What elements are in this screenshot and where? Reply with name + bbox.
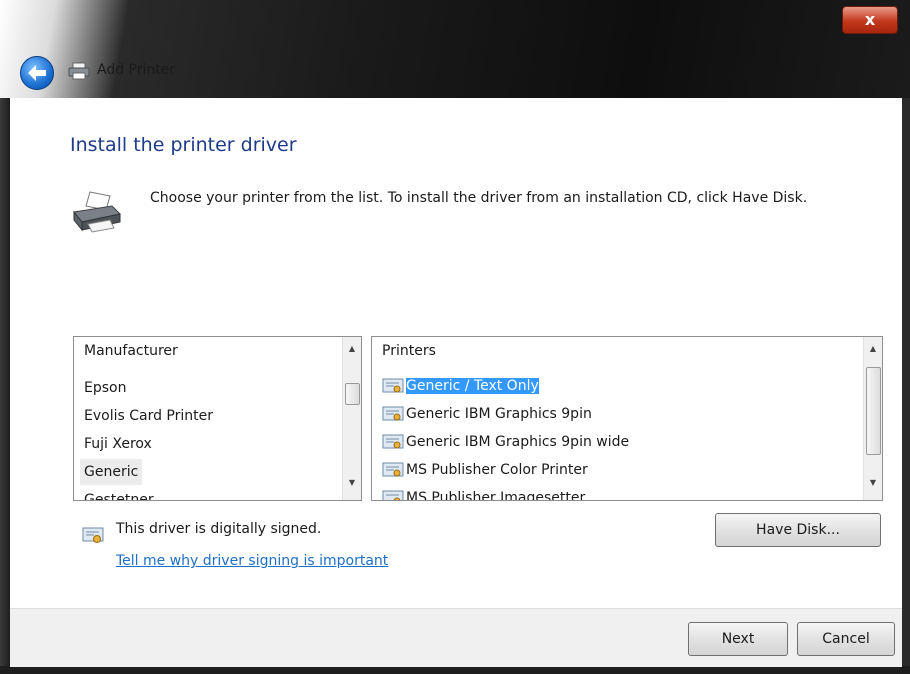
window-border-left: [0, 98, 10, 674]
manufacturer-list[interactable]: Manufacturer Epson Evolis Card Printer F…: [73, 336, 362, 501]
signed-status: This driver is digitally signed.: [116, 521, 322, 537]
instruction-text: Choose your printer from the list. To in…: [150, 190, 808, 206]
printer-name: Generic IBM Graphics 9pin: [406, 406, 592, 422]
printer-icon: [73, 191, 122, 233]
window-border-right: [902, 98, 910, 674]
list-item[interactable]: Fuji Xerox: [80, 431, 156, 457]
next-button[interactable]: Next: [688, 622, 788, 656]
list-item[interactable]: Epson: [80, 375, 130, 401]
certificate-icon: [82, 527, 104, 543]
printer-name: MS Publisher Color Printer: [406, 462, 588, 478]
certificate-icon: [382, 378, 404, 393]
list-item[interactable]: Gestetner: [80, 487, 158, 500]
printer-name: MS Publisher Imagesetter: [406, 490, 586, 501]
printers-list[interactable]: Printers Generic / Text Only Generic IBM…: [371, 336, 883, 501]
list-item-selected[interactable]: Generic / Text Only: [378, 373, 543, 399]
printer-name: Generic / Text Only: [406, 378, 539, 394]
scroll-down-icon[interactable]: ▼: [864, 475, 882, 491]
list-item[interactable]: Generic IBM Graphics 9pin wide: [378, 429, 633, 455]
certificate-icon: [382, 406, 404, 421]
list-item[interactable]: MS Publisher Color Printer: [378, 457, 592, 483]
list-item[interactable]: Evolis Card Printer: [80, 403, 217, 429]
close-button[interactable]: x: [842, 6, 898, 34]
window-border-bottom: [0, 666, 910, 674]
list-item-selected[interactable]: Generic: [80, 459, 143, 485]
printers-scrollbar[interactable]: ▲ ▼: [863, 337, 882, 500]
driver-signing-link[interactable]: Tell me why driver signing is important: [116, 553, 388, 569]
title-bar: [0, 0, 910, 98]
printers-header: Printers: [382, 343, 436, 359]
have-disk-button[interactable]: Have Disk...: [715, 513, 881, 547]
scroll-up-icon[interactable]: ▲: [864, 341, 882, 357]
list-item[interactable]: Generic IBM Graphics 9pin: [378, 401, 596, 427]
page-title: Install the printer driver: [70, 134, 297, 156]
cancel-button[interactable]: Cancel: [797, 622, 895, 656]
certificate-icon: [382, 462, 404, 477]
manufacturer-header: Manufacturer: [84, 343, 178, 359]
scroll-down-icon[interactable]: ▼: [343, 475, 361, 491]
back-arrow-icon: [28, 65, 46, 81]
printer-icon: [68, 62, 90, 80]
certificate-icon: [382, 434, 404, 449]
certificate-icon: [382, 490, 404, 500]
scroll-up-icon[interactable]: ▲: [343, 341, 361, 357]
back-button[interactable]: [20, 56, 54, 90]
printer-name: Generic IBM Graphics 9pin wide: [406, 434, 630, 450]
manufacturer-scrollbar[interactable]: ▲ ▼: [342, 337, 361, 500]
scroll-thumb[interactable]: [866, 367, 881, 455]
window-title: Add Printer: [97, 62, 176, 78]
list-item[interactable]: MS Publisher Imagesetter: [378, 485, 589, 501]
close-icon: x: [864, 10, 876, 29]
scroll-thumb[interactable]: [345, 383, 360, 405]
